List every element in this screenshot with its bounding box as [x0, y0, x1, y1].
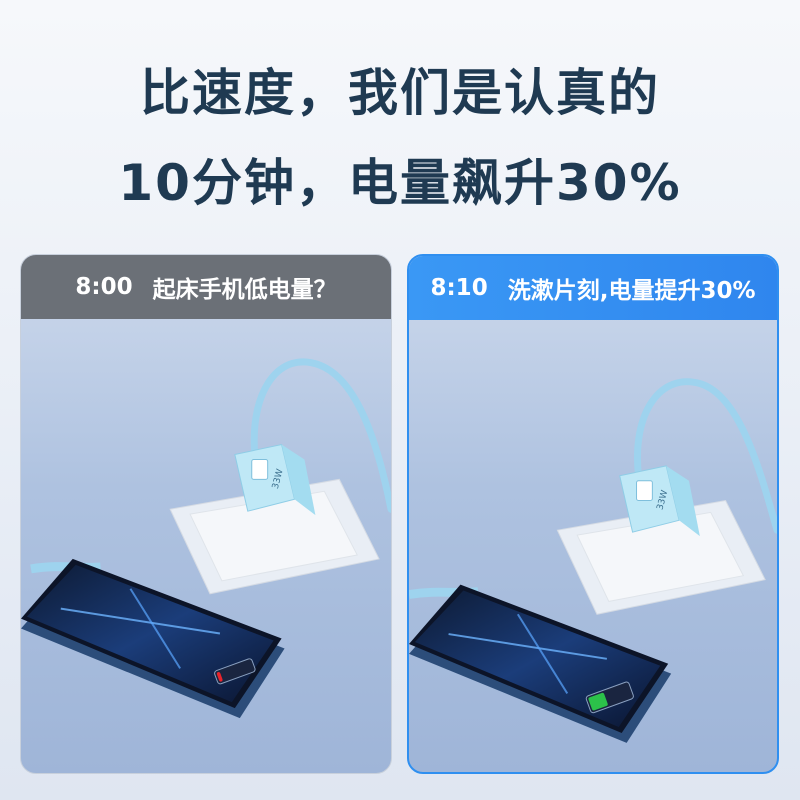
charger: 33W: [619, 465, 700, 537]
panel-before: 8:00 起床手机低电量？ 33W: [20, 254, 392, 774]
time-label: 8:00: [75, 274, 133, 300]
charging-scene-after: 33W: [409, 320, 777, 772]
time-label: 8:10: [430, 275, 488, 301]
phone: [409, 584, 672, 743]
charging-illustration: 33W: [409, 378, 777, 743]
panel-header-before: 8:00 起床手机低电量？: [21, 255, 391, 319]
charger: 33W: [234, 443, 316, 516]
charging-illustration: 33W: [21, 358, 391, 719]
caption-label: 起床手机低电量？: [152, 277, 337, 303]
headline: 比速度，我们是认真的 10分钟，电量飙升30%: [0, 48, 800, 228]
charging-scene-before: 33W: [21, 319, 391, 773]
panel-after: 8:10 洗漱片刻,电量提升30% 33W: [407, 254, 779, 774]
panel-header-after: 8:10 洗漱片刻,电量提升30%: [409, 256, 777, 320]
caption-label: 洗漱片刻,电量提升30%: [507, 278, 756, 304]
headline-line-1: 比速度，我们是认真的: [140, 64, 660, 122]
headline-line-2: 10分钟，电量飙升30%: [118, 154, 682, 212]
